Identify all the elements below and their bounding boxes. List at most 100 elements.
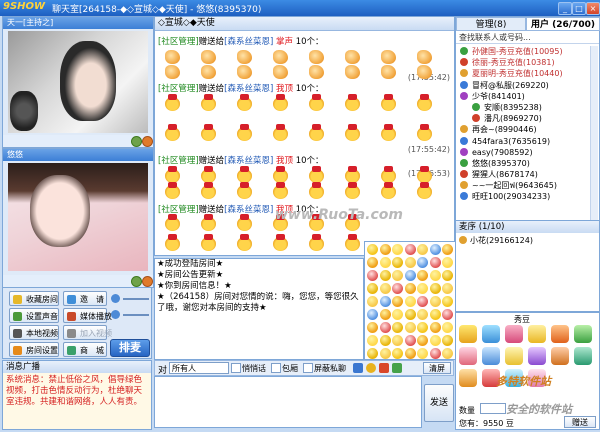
gift-item[interactable] <box>482 347 500 365</box>
user-row[interactable]: 悠悠(8395370) <box>456 158 592 169</box>
palette-emoji[interactable] <box>442 335 453 346</box>
palette-emoji[interactable] <box>417 348 428 359</box>
palette-emoji[interactable] <box>417 257 428 268</box>
speaker-volume-slider[interactable] <box>123 314 149 316</box>
gift-item[interactable] <box>574 347 592 365</box>
whisper-checkbox[interactable] <box>231 363 241 373</box>
palette-emoji[interactable] <box>392 296 403 307</box>
palette-emoji[interactable] <box>442 257 453 268</box>
palette-emoji[interactable] <box>404 335 416 346</box>
palette-emoji[interactable] <box>404 283 416 294</box>
gift-item[interactable] <box>528 347 546 365</box>
user-row[interactable]: 孙健国-秀豆充值(10095) <box>456 46 592 57</box>
palette-emoji[interactable] <box>442 270 453 281</box>
palette-emoji[interactable] <box>379 296 391 307</box>
palette-emoji[interactable] <box>379 348 391 359</box>
palette-emoji[interactable] <box>392 309 403 320</box>
palette-emoji[interactable] <box>392 244 403 255</box>
palette-emoji[interactable] <box>429 244 441 255</box>
gift-item[interactable] <box>505 347 523 365</box>
queue-user[interactable]: 小花(29166124) <box>470 235 533 246</box>
palette-emoji[interactable] <box>442 322 453 333</box>
palette-emoji[interactable] <box>367 283 378 294</box>
palette-emoji[interactable] <box>429 257 441 268</box>
palette-emoji[interactable] <box>417 322 428 333</box>
palette-emoji[interactable] <box>429 283 441 294</box>
palette-emoji[interactable] <box>392 335 403 346</box>
gift-item[interactable] <box>482 325 500 343</box>
user-row[interactable]: 安顺(8395238) <box>456 102 592 113</box>
mic-volume-slider[interactable] <box>123 298 149 300</box>
sound-settings-button[interactable]: 设置声音 <box>9 308 59 323</box>
palette-emoji[interactable] <box>379 335 391 346</box>
emoji-icon[interactable] <box>366 363 376 373</box>
user-row[interactable]: 夏丽明-秀豆充值(10440) <box>456 68 592 79</box>
palette-emoji[interactable] <box>392 270 403 281</box>
font-icon[interactable] <box>353 363 363 373</box>
invite-button[interactable]: 邀 请 <box>63 291 107 306</box>
user-row[interactable]: 徐丽-秀豆充值(10381) <box>456 57 592 68</box>
target-select[interactable]: 所有人 <box>169 362 229 374</box>
tab-users[interactable]: 用户 (26/700) <box>526 17 600 31</box>
user-list-scrollbar[interactable] <box>590 46 598 236</box>
palette-emoji[interactable] <box>392 257 403 268</box>
palette-emoji[interactable] <box>404 257 416 268</box>
palette-emoji[interactable] <box>442 244 453 255</box>
palette-emoji[interactable] <box>417 283 428 294</box>
palette-emoji[interactable] <box>379 244 391 255</box>
palette-emoji[interactable] <box>367 296 378 307</box>
palette-emoji[interactable] <box>429 296 441 307</box>
gift-item[interactable] <box>459 347 477 365</box>
palette-emoji[interactable] <box>367 309 378 320</box>
queue-tab[interactable]: 麦序 (1/10) <box>456 221 599 233</box>
palette-emoji[interactable] <box>379 322 391 333</box>
gift-item[interactable] <box>551 325 569 343</box>
gift-item[interactable] <box>505 325 523 343</box>
palette-emoji[interactable] <box>392 283 403 294</box>
clear-screen-button[interactable]: 清屏 <box>423 362 451 374</box>
palette-emoji[interactable] <box>417 335 428 346</box>
palette-emoji[interactable] <box>392 322 403 333</box>
shop-button[interactable]: 商 城 <box>63 342 107 357</box>
palette-emoji[interactable] <box>367 257 378 268</box>
user-row[interactable]: easy(7908592) <box>456 147 592 158</box>
palette-emoji[interactable] <box>429 348 441 359</box>
gift-item[interactable] <box>574 325 592 343</box>
palette-emoji[interactable] <box>379 257 391 268</box>
tab-admin[interactable]: 管理(8) <box>456 17 526 31</box>
palette-emoji[interactable] <box>379 309 391 320</box>
palette-emoji[interactable] <box>404 348 416 359</box>
palette-emoji[interactable] <box>379 283 391 294</box>
palette-emoji[interactable] <box>367 335 378 346</box>
media-play-button[interactable]: 媒体播放 <box>63 308 112 323</box>
palette-emoji[interactable] <box>442 296 453 307</box>
palette-emoji[interactable] <box>417 309 428 320</box>
quantity-input[interactable] <box>480 403 506 414</box>
palette-emoji[interactable] <box>404 322 416 333</box>
image-icon[interactable] <box>392 363 402 373</box>
user-row[interactable]: ~~一起回ฟ(9643645) <box>456 180 592 191</box>
palette-emoji[interactable] <box>429 309 441 320</box>
gift-item[interactable] <box>551 347 569 365</box>
video-record-icon[interactable] <box>131 136 142 147</box>
palette-emoji[interactable] <box>367 244 378 255</box>
palette-emoji[interactable] <box>442 283 453 294</box>
palette-emoji[interactable] <box>417 296 428 307</box>
palette-emoji[interactable] <box>417 244 428 255</box>
gift-item[interactable] <box>459 369 477 387</box>
video-close-icon[interactable] <box>142 276 153 287</box>
user-row[interactable]: 潘凡(8969270) <box>456 113 592 124</box>
palette-emoji[interactable] <box>404 244 416 255</box>
block-checkbox[interactable] <box>303 363 313 373</box>
queue-mic-button[interactable]: 排麦 <box>110 339 150 357</box>
gift-item[interactable] <box>459 325 477 343</box>
minimize-button[interactable]: _ <box>558 2 572 15</box>
palette-emoji[interactable] <box>429 335 441 346</box>
user-row[interactable]: 冒柯@私服(269220) <box>456 80 592 91</box>
private-checkbox[interactable] <box>271 363 281 373</box>
palette-emoji[interactable] <box>367 270 378 281</box>
palette-emoji[interactable] <box>404 296 416 307</box>
maximize-button[interactable]: □ <box>572 2 586 15</box>
video-record-icon[interactable] <box>131 276 142 287</box>
give-gift-button[interactable]: 赠送 <box>564 416 596 428</box>
